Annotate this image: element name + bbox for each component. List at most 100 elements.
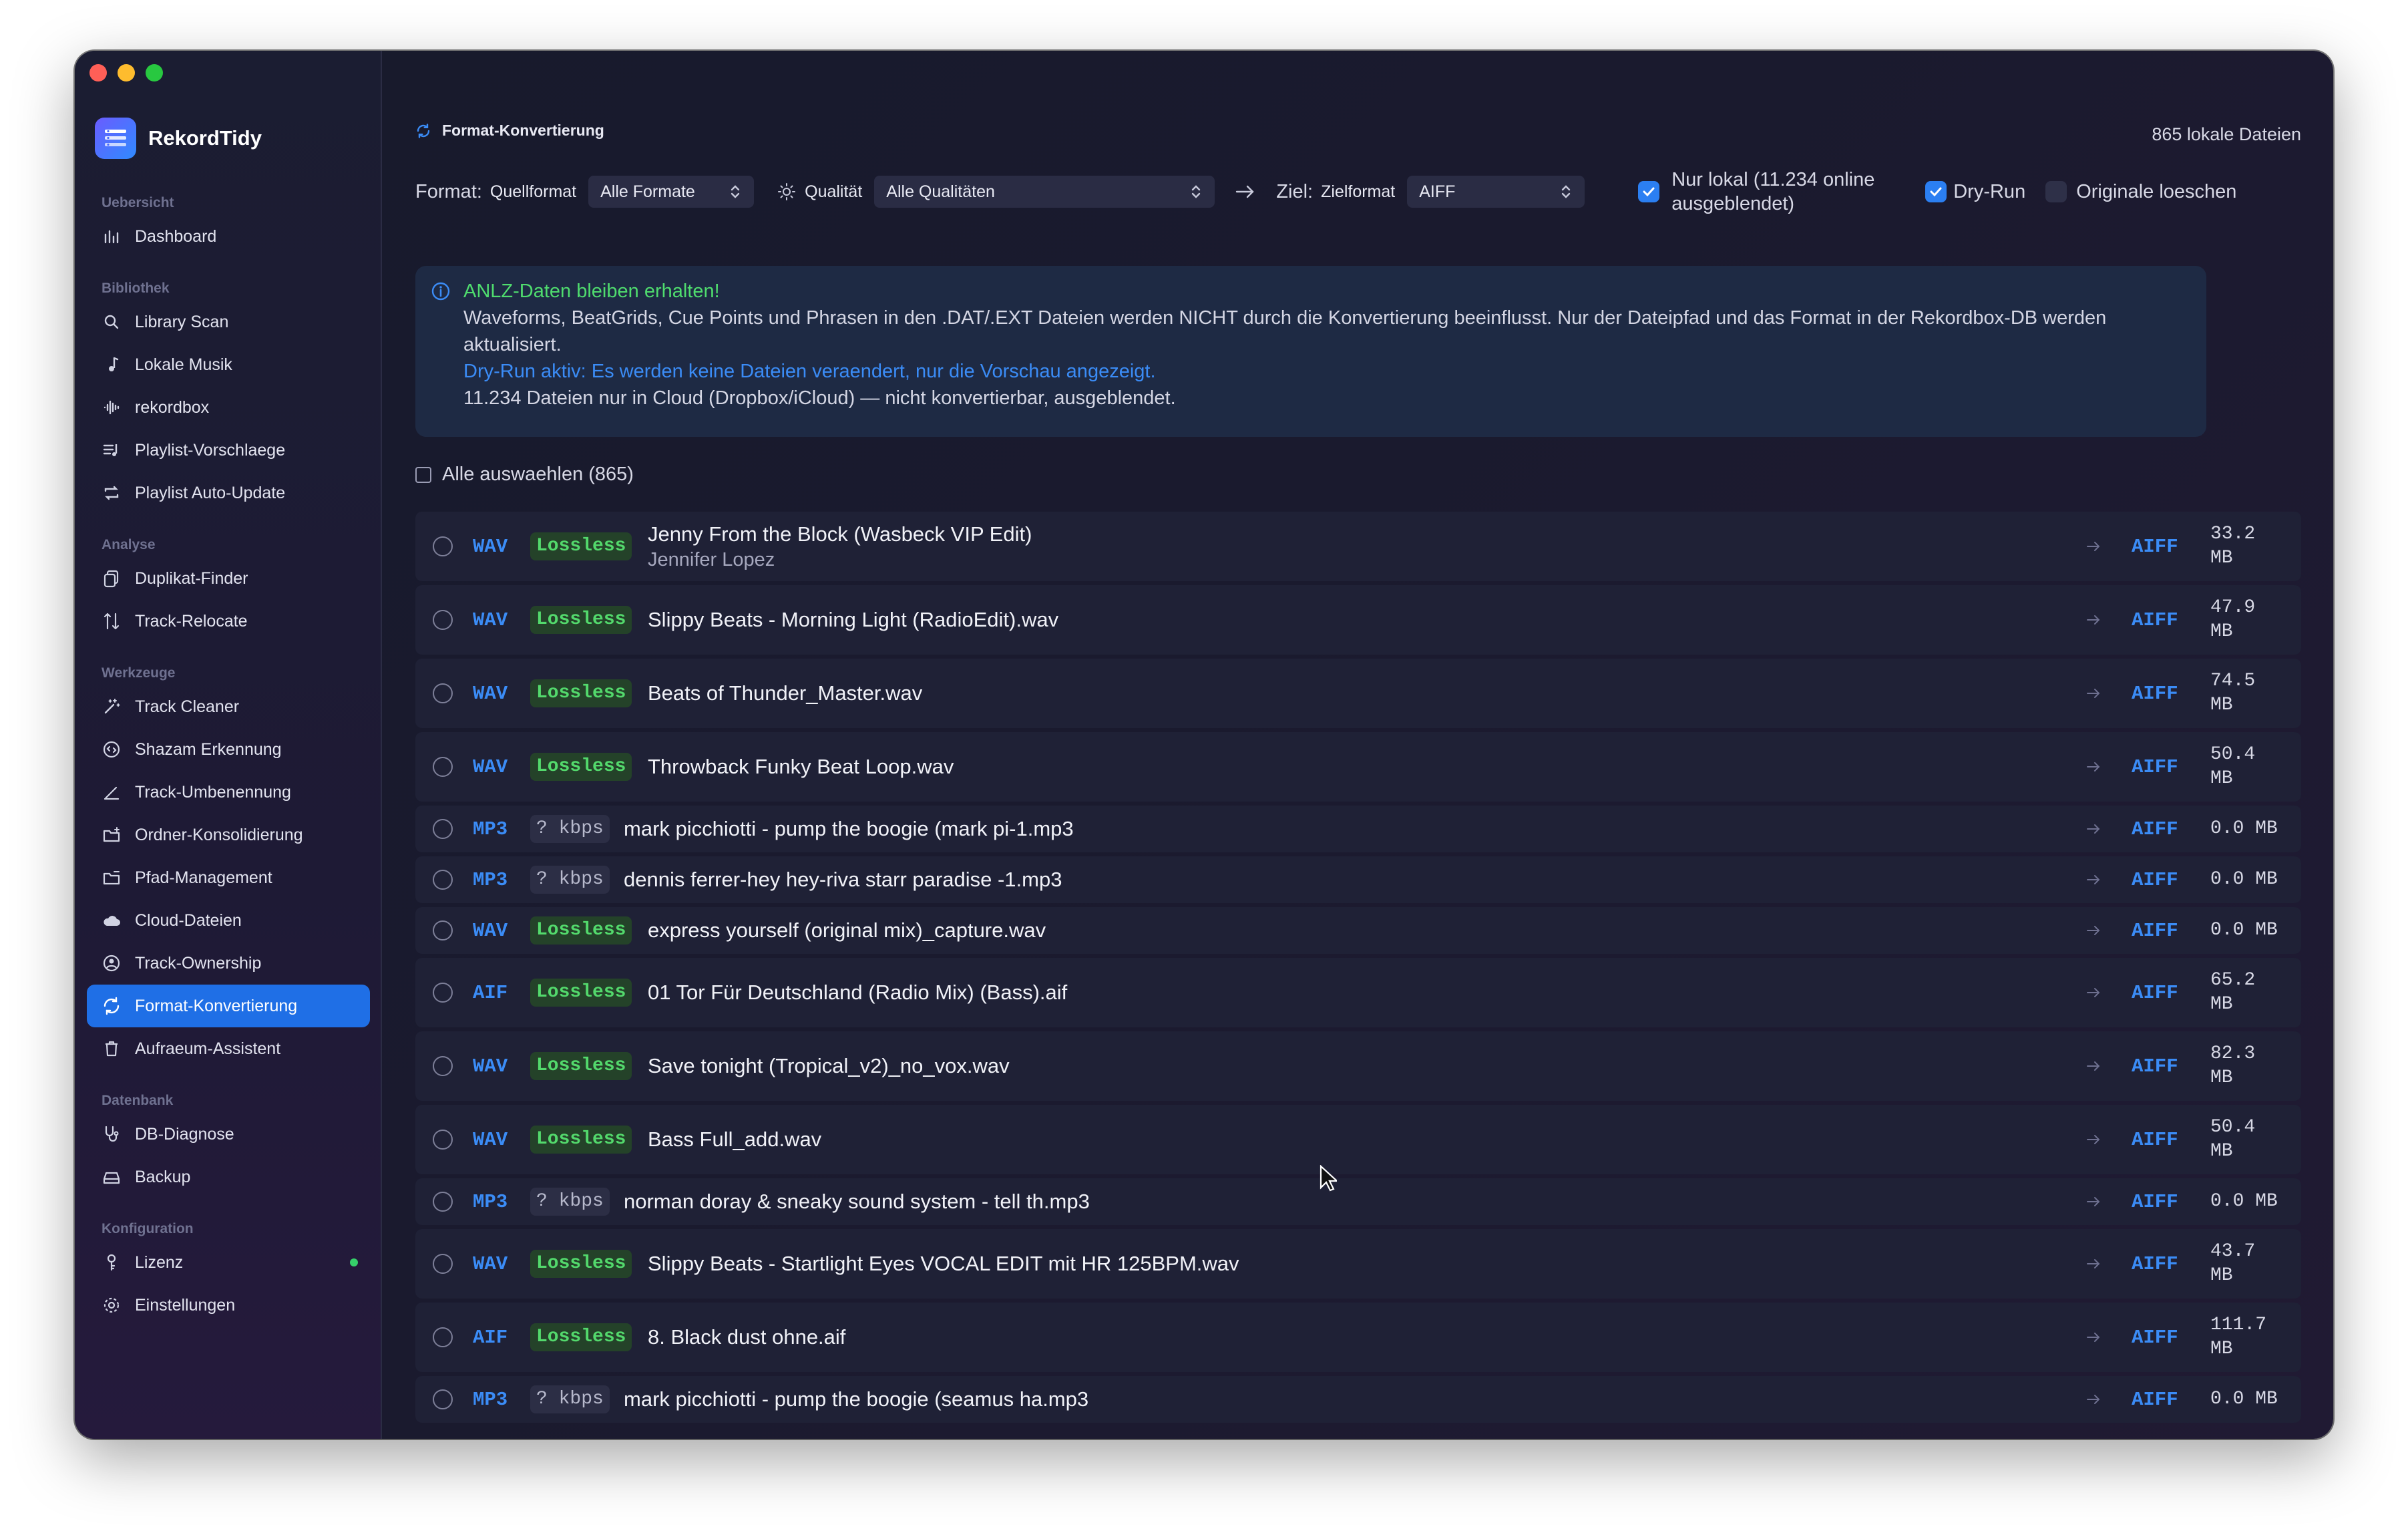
table-row[interactable]: MP3 ? kbps mark picchiotti - pump the boog…	[415, 1376, 2301, 1423]
minimize-window-button[interactable]	[118, 64, 135, 81]
sidebar-item-playlist-auto-update[interactable]: Playlist Auto-Update	[87, 472, 370, 514]
sidebar-item-dashboard[interactable]: Dashboard	[87, 215, 370, 258]
table-row[interactable]: WAV Lossless Save tonight (Tropical_v2)_no…	[415, 1031, 2301, 1101]
sidebar-item-label: Backup	[135, 1167, 191, 1186]
sidebar-item-track-relocate[interactable]: Track-Relocate	[87, 600, 370, 643]
delete-originals-checkbox[interactable]	[2045, 181, 2067, 202]
table-row[interactable]: AIF Lossless 8. Black dust ohne.aif AIFF 111…	[415, 1303, 2301, 1372]
table-row[interactable]: WAV Lossless Slippy Beats - Startlight Eye…	[415, 1229, 2301, 1299]
source-format: MP3	[473, 1388, 508, 1411]
sidebar-item-einstellungen[interactable]: Einstellungen	[87, 1284, 370, 1327]
source-format: MP3	[473, 868, 508, 891]
row-select-radio[interactable]	[433, 536, 453, 556]
dryrun-label[interactable]: Dry-Run	[1953, 181, 2025, 203]
table-row[interactable]: AIF Lossless 01 Tor Für Deutschland (Radio…	[415, 958, 2301, 1027]
track-title-block: norman doray & sneaky sound system - tel…	[624, 1190, 1090, 1214]
target-format-select[interactable]: AIFF	[1407, 176, 1585, 208]
key-icon	[107, 1254, 116, 1271]
arrow-right-icon	[2087, 1259, 2100, 1268]
table-row[interactable]: WAV Lossless Beats of Thunder_Master.wav AI…	[415, 659, 2301, 728]
track-title-block: express yourself (original mix)_capture.…	[648, 918, 1046, 943]
table-row[interactable]: WAV Lossless Slippy Beats - Morning Light …	[415, 585, 2301, 655]
sidebar-item-label: Shazam Erkennung	[135, 739, 282, 759]
track-title-block: Slippy Beats - Morning Light (RadioEdit)…	[648, 608, 1058, 632]
table-row[interactable]: MP3 ? kbps mark picchiotti - pump the boog…	[415, 806, 2301, 852]
row-select-radio[interactable]	[433, 1130, 453, 1150]
arrow-right-icon	[2087, 689, 2100, 698]
source-format: WAV	[473, 1055, 508, 1077]
local-only-label[interactable]: Nur lokal (11.234 online ausgeblendet)	[1671, 168, 1898, 216]
quality-select[interactable]: Alle Qualitäten	[874, 176, 1215, 208]
row-select-radio[interactable]	[433, 1327, 453, 1347]
row-select-radio[interactable]	[433, 819, 453, 839]
chart-icon	[104, 230, 119, 244]
table-row[interactable]: WAV Lossless express yourself (original mi…	[415, 907, 2301, 954]
brand: RekordTidy	[95, 118, 262, 159]
quality-badge: Lossless	[530, 1126, 632, 1154]
table-row[interactable]: WAV Lossless Bass Full_add.wav AIFF 50.4 MB	[415, 1105, 2301, 1174]
sidebar-item-lokale-musik[interactable]: Lokale Musik	[87, 343, 370, 386]
track-list: WAV Lossless Jenny From the Block (Wasbeck…	[415, 512, 2301, 1427]
sidebar-item-pfad-management[interactable]: Pfad-Management	[87, 856, 370, 899]
row-select-radio[interactable]	[433, 1389, 453, 1409]
row-select-radio[interactable]	[433, 1056, 453, 1076]
table-row[interactable]: MP3 ? kbps dennis ferrer-hey hey-riva star…	[415, 856, 2301, 903]
sidebar-item-label: Duplikat-Finder	[135, 568, 248, 588]
quality-badge: Lossless	[530, 916, 632, 945]
row-select-radio[interactable]	[433, 683, 453, 703]
sidebar-item-label: Format-Konvertierung	[135, 996, 298, 1015]
table-row[interactable]: MP3 ? kbps norman doray & sneaky sound sys…	[415, 1178, 2301, 1225]
sidebar-item-library-scan[interactable]: Library Scan	[87, 301, 370, 343]
dryrun-checkbox[interactable]	[1925, 181, 1947, 202]
quality-badge: Lossless	[530, 1323, 632, 1351]
sidebar-nav: Uebersicht Dashboard Bibliothek Library Sca…	[87, 191, 370, 1327]
sidebar-item-format-konvertierung[interactable]: Format-Konvertierung	[87, 985, 370, 1027]
select-all[interactable]: Alle auswaehlen (865)	[415, 464, 634, 486]
local-only-checkbox[interactable]	[1638, 181, 1660, 202]
row-select-radio[interactable]	[433, 610, 453, 630]
source-format: WAV	[473, 1128, 508, 1151]
file-size: 74.5 MB	[2210, 671, 2256, 715]
row-select-radio[interactable]	[433, 983, 453, 1003]
sidebar-item-playlist-vorschlaege[interactable]: Playlist-Vorschlaege	[87, 429, 370, 472]
sidebar-item-backup[interactable]: Backup	[87, 1156, 370, 1198]
sidebar-item-aufraeum-assistent[interactable]: Aufraeum-Assistent	[87, 1027, 370, 1070]
sidebar-section-konfiguration: Konfiguration	[102, 1221, 194, 1236]
select-all-checkbox[interactable]	[415, 466, 431, 483]
row-select-radio[interactable]	[433, 1254, 453, 1274]
source-format: MP3	[473, 818, 508, 840]
sidebar-item-lizenz[interactable]: Lizenz	[87, 1241, 370, 1284]
sidebar-item-duplikat-finder[interactable]: Duplikat-Finder	[87, 557, 370, 600]
row-select-radio[interactable]	[433, 870, 453, 890]
sidebar-item-cloud-dateien[interactable]: Cloud-Dateien	[87, 899, 370, 942]
pencil-icon	[104, 786, 120, 800]
track-title: Save tonight (Tropical_v2)_no_vox.wav	[648, 1054, 1010, 1077]
row-select-radio[interactable]	[433, 757, 453, 777]
row-select-radio[interactable]	[433, 1192, 453, 1212]
zoom-window-button[interactable]	[146, 64, 163, 81]
sidebar-item-shazam-erkennung[interactable]: Shazam Erkennung	[87, 728, 370, 771]
sidebar-item-db-diagnose[interactable]: DB-Diagnose	[87, 1113, 370, 1156]
chevron-updown-icon	[731, 185, 740, 198]
close-window-button[interactable]	[89, 64, 107, 81]
sidebar-item-label: Lokale Musik	[135, 355, 232, 374]
delete-originals-label[interactable]: Originale loeschen	[2076, 181, 2236, 203]
arrow-right-icon	[2087, 1333, 2100, 1342]
sidebar-item-rekordbox[interactable]: rekordbox	[87, 386, 370, 429]
sidebar-item-ordner-konsolidierung[interactable]: Ordner-Konsolidierung	[87, 814, 370, 856]
sidebar-item-track-umbenennung[interactable]: Track-Umbenennung	[87, 771, 370, 814]
arrow-right-icon	[2087, 1395, 2100, 1404]
row-select-radio[interactable]	[433, 920, 453, 940]
source-format-select[interactable]: Alle Formate	[588, 176, 755, 208]
arrow-right-icon	[2087, 1135, 2100, 1144]
file-size: 33.2 MB	[2210, 524, 2256, 568]
app-logo-icon	[95, 118, 136, 159]
sidebar-item-label: Track-Ownership	[135, 953, 262, 973]
table-row[interactable]: WAV Lossless Jenny From the Block (Wasbeck…	[415, 512, 2301, 581]
sidebar-item-track-ownership[interactable]: Track-Ownership	[87, 942, 370, 985]
source-format-label: Quellformat	[489, 182, 577, 201]
sidebar-item-track-cleaner[interactable]: Track Cleaner	[87, 685, 370, 728]
toolbar: Format: Quellformat Alle Formate Qualitä…	[415, 169, 2301, 214]
table-row[interactable]: WAV Lossless Throwback Funky Beat Loop.wav…	[415, 732, 2301, 802]
